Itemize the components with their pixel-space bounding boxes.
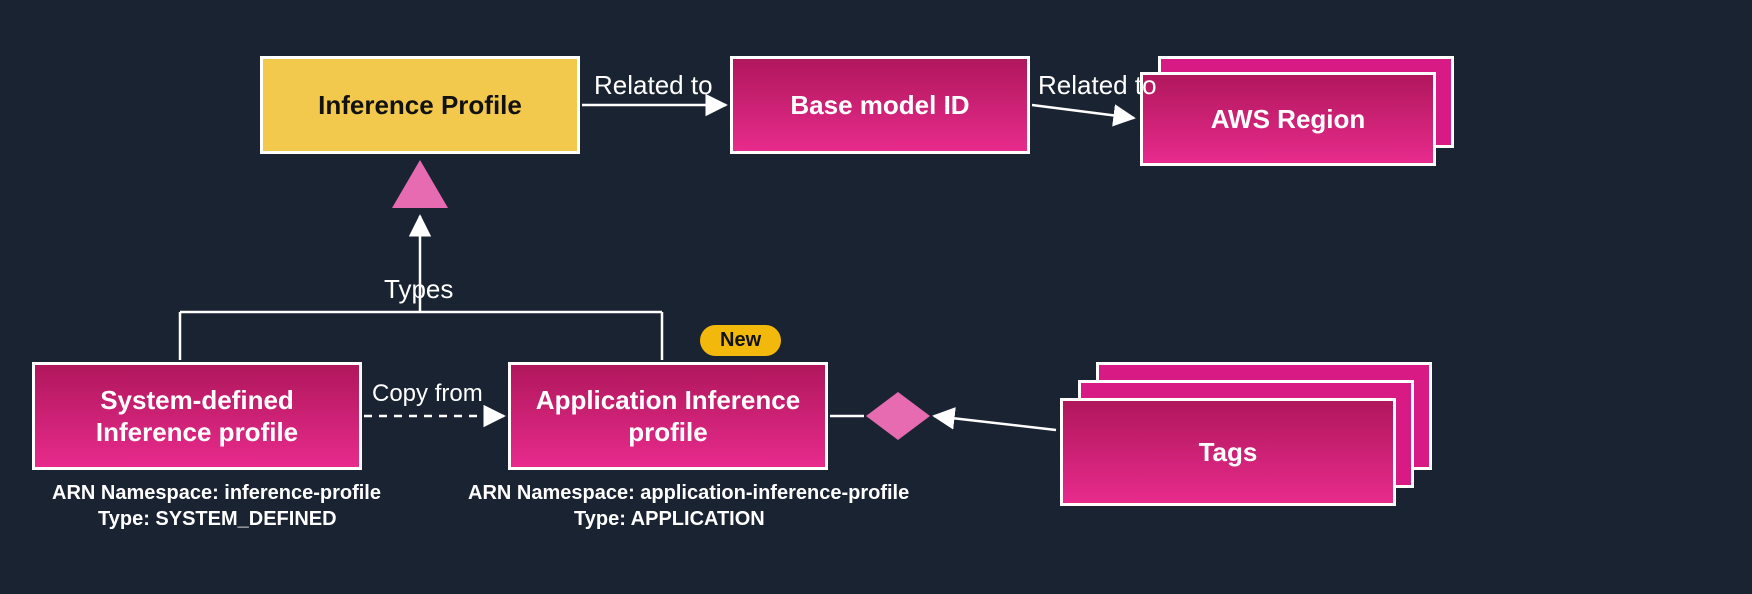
- annotation-application-type: Type: APPLICATION: [574, 508, 765, 531]
- node-label: Application Inference profile: [521, 384, 815, 449]
- diagram-canvas: Inference Profile Base model ID AWS Regi…: [0, 0, 1752, 594]
- node-label: System-defined Inference profile: [45, 384, 349, 449]
- node-label: AWS Region: [1211, 104, 1366, 135]
- annotation-system-type: Type: SYSTEM_DEFINED: [98, 508, 337, 531]
- node-inference-profile: Inference Profile: [260, 56, 580, 154]
- arrow-basemodel-to-region: [1032, 105, 1134, 118]
- edge-label-related-to-2: Related to: [1038, 70, 1157, 101]
- edge-label-related-to-1: Related to: [594, 70, 713, 101]
- node-system-defined-profile: System-defined Inference profile: [32, 362, 362, 470]
- edge-label-types: Types: [384, 274, 453, 305]
- badge-new: New: [700, 325, 781, 356]
- node-label: Tags: [1199, 437, 1258, 468]
- badge-label: New: [720, 329, 761, 351]
- node-tags: Tags: [1060, 398, 1396, 506]
- edge-label-copy-from: Copy from: [372, 380, 483, 408]
- node-label: Inference Profile: [318, 90, 522, 121]
- node-application-profile: Application Inference profile: [508, 362, 828, 470]
- annotation-application-ns: ARN Namespace: application-inference-pro…: [468, 482, 909, 505]
- node-base-model-id: Base model ID: [730, 56, 1030, 154]
- inheritance-triangle-icon: [392, 160, 448, 208]
- node-label: Base model ID: [790, 90, 969, 121]
- node-aws-region: AWS Region: [1140, 72, 1436, 166]
- annotation-system-ns: ARN Namespace: inference-profile: [52, 482, 381, 505]
- arrow-tags-to-diamond: [934, 416, 1056, 430]
- aggregation-diamond-icon: [866, 392, 930, 440]
